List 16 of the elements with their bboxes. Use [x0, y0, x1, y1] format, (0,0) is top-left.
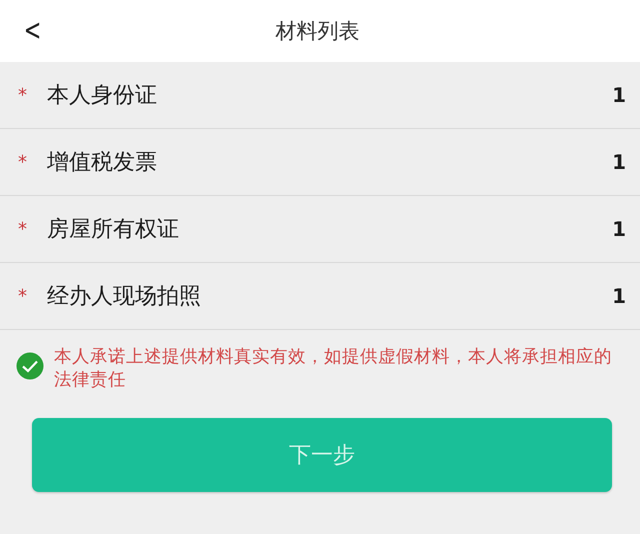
- required-mark: *: [18, 84, 28, 106]
- material-label: 本人身份证: [47, 82, 158, 110]
- material-count: 1: [612, 150, 626, 174]
- material-label: 房屋所有权证: [47, 216, 180, 244]
- back-button[interactable]: <: [20, 16, 46, 46]
- material-label: 经办人现场拍照: [47, 283, 202, 311]
- material-count: 1: [612, 284, 626, 308]
- material-count: 1: [612, 83, 626, 107]
- material-label: 增值税发票: [47, 149, 158, 177]
- material-count: 1: [612, 217, 626, 241]
- checked-checkbox-icon[interactable]: [16, 352, 44, 380]
- required-mark: *: [18, 286, 28, 306]
- pledge-text: 本人承诺上述提供材料真实有效，如提供虚假材料，本人将承担相应的法律责任: [54, 346, 613, 392]
- page-title: 材料列表: [276, 18, 360, 45]
- required-mark: *: [18, 218, 28, 240]
- required-mark: *: [18, 152, 28, 172]
